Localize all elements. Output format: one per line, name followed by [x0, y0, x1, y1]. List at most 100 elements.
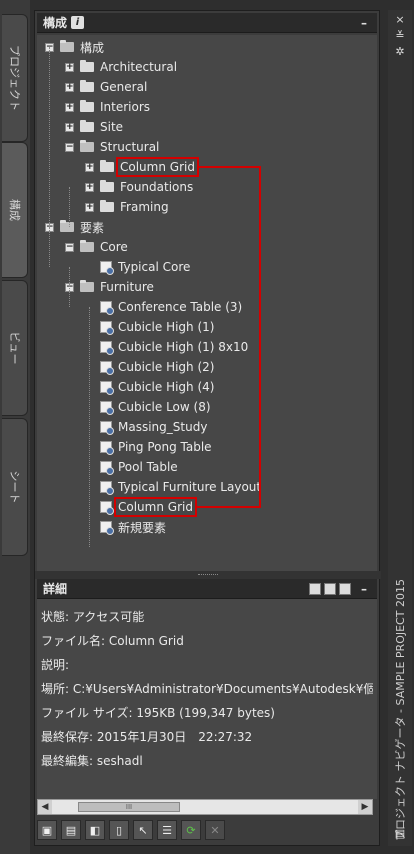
tree-item[interactable]: Cubicle Low (8) [85, 397, 211, 417]
refresh-icon[interactable]: ⟳ [181, 820, 201, 840]
tree-folder[interactable]: − Furniture [65, 277, 154, 297]
delete-icon[interactable]: ✕ [205, 820, 225, 840]
expand-icon[interactable]: + [65, 102, 74, 112]
tab-project[interactable]: プロジェクト [2, 14, 28, 142]
element-icon [100, 461, 114, 475]
collapse-icon[interactable]: − [65, 142, 74, 152]
copy-icon[interactable]: ▯ [109, 820, 129, 840]
tab-views-label: ビュー [7, 331, 21, 365]
tree-connector-line [49, 47, 50, 227]
expand-icon[interactable]: + [65, 122, 74, 132]
details-view-icon[interactable] [324, 582, 336, 595]
details-body: 状態: アクセス可能 ファイル名: Column Grid 説明: 場所: C:… [37, 599, 377, 799]
tab-constructs[interactable]: 構成 [2, 142, 28, 278]
bottom-toolbar: ▣ ▤ ◧ ▯ ↖ ☰ ⟳ ✕ [35, 817, 375, 843]
layout-icon[interactable] [339, 582, 351, 595]
highlight-connector [259, 166, 261, 508]
horizontal-scrollbar[interactable]: ◀ III ▶ [37, 799, 373, 815]
tree-label: Core [100, 240, 128, 254]
select-icon[interactable]: ↖ [133, 820, 153, 840]
tree-item[interactable]: Cubicle High (2) [85, 357, 214, 377]
scroll-left-icon[interactable]: ◀ [38, 800, 52, 814]
new-folder-icon[interactable]: ▣ [37, 820, 57, 840]
highlight-connector [198, 166, 259, 168]
element-icon [100, 521, 114, 535]
expand-icon[interactable]: + [85, 162, 94, 172]
palette-title: プロジェクト ナビゲータ - SAMPLE PROJECT 2015 [394, 579, 407, 841]
detail-status: 状態: アクセス可能 [41, 610, 145, 624]
tree-label: Ping Pong Table [118, 440, 212, 454]
tree-item[interactable]: Typical Core [85, 257, 190, 277]
element-icon [100, 381, 114, 395]
tree-folder[interactable]: + Interiors [65, 97, 150, 117]
tree-folder[interactable]: + General [65, 77, 147, 97]
element-icon [100, 341, 114, 355]
tree-folder[interactable]: − 構成 [45, 37, 104, 57]
settings-icon[interactable]: ✲ [394, 46, 406, 58]
tree-label: Typical Furniture Layout [118, 480, 262, 494]
folder-open-icon [60, 40, 74, 52]
tree-connector-line [49, 227, 50, 267]
tree-folder[interactable]: − 要素 [45, 217, 104, 237]
tree-item[interactable]: Pool Table [85, 457, 178, 477]
new-category-icon[interactable]: ▤ [61, 820, 81, 840]
tree-item[interactable]: 新規要素 [85, 517, 166, 537]
expand-icon[interactable]: + [65, 62, 74, 72]
folder-icon [80, 60, 94, 72]
details-minimize-button[interactable]: – [357, 582, 371, 596]
close-icon[interactable]: × [394, 14, 406, 26]
tree-item[interactable]: Cubicle High (4) [85, 377, 214, 397]
details-header: 詳細 – [37, 579, 377, 599]
tree-item[interactable]: Ping Pong Table [85, 437, 212, 457]
expand-icon[interactable]: + [65, 82, 74, 92]
folder-icon [100, 200, 114, 212]
tree-item[interactable]: Massing_Study [85, 417, 207, 437]
tab-constructs-label: 構成 [7, 199, 21, 221]
autohide-icon[interactable]: ≚ [394, 30, 406, 42]
tab-sheets[interactable]: シート [2, 418, 28, 556]
element-icon [100, 301, 114, 315]
preview-icon[interactable] [309, 582, 321, 595]
properties-icon[interactable]: ☰ [157, 820, 177, 840]
tree-folder[interactable]: + Framing [85, 197, 169, 217]
scroll-right-icon[interactable]: ▶ [358, 800, 372, 814]
folder-icon [80, 120, 94, 132]
tree-label: Foundations [120, 180, 194, 194]
tree-folder[interactable]: + Architectural [65, 57, 177, 77]
tree-label: Cubicle High (1) 8x10 [118, 340, 249, 354]
expand-icon[interactable]: + [85, 202, 94, 212]
new-element-icon[interactable]: ◧ [85, 820, 105, 840]
collapse-icon[interactable]: − [65, 242, 74, 252]
tree-item[interactable]: Typical Furniture Layout [85, 477, 261, 497]
folder-open-icon [60, 220, 74, 232]
tree-folder[interactable]: + Site [65, 117, 123, 137]
tree-folder[interactable]: − Structural [65, 137, 159, 157]
tab-sheets-label: シート [7, 470, 21, 504]
tree-item[interactable]: Cubicle High (1) [85, 317, 214, 337]
tree-connector-line [69, 267, 70, 307]
element-icon [100, 421, 114, 435]
scroll-thumb[interactable]: III [78, 802, 180, 812]
tree-item[interactable]: Conference Table (3) [85, 297, 242, 317]
constructs-tree: − 構成 + Architectural + General + Interiors + Site… [37, 35, 377, 571]
tree-minimize-button[interactable]: – [357, 16, 371, 30]
folder-icon [100, 180, 114, 192]
tree-header: 構成 i – [37, 13, 377, 33]
tab-views[interactable]: ビュー [2, 280, 28, 416]
element-icon [100, 441, 114, 455]
side-tab-bar: プロジェクト 構成 ビュー シート [0, 0, 30, 854]
detail-filesize: ファイル サイズ: 195KB (199,347 bytes) [41, 706, 275, 720]
tree-item[interactable]: Cubicle High (1) 8x10 [85, 337, 248, 357]
tree-label: Cubicle High (4) [118, 380, 215, 394]
resize-grip-icon[interactable]: ▤ [394, 828, 406, 840]
highlight-connector [196, 506, 259, 508]
tree-folder[interactable]: − Core [65, 237, 128, 257]
info-icon[interactable]: i [71, 16, 85, 29]
tree-label: Cubicle Low (8) [118, 400, 211, 414]
splitter-grip[interactable] [198, 574, 218, 576]
tree-folder[interactable]: + Foundations [85, 177, 193, 197]
tree-label: Typical Core [118, 260, 191, 274]
palette-title-bar: × ≚ ✲ プロジェクト ナビゲータ - SAMPLE PROJECT 2015… [388, 10, 412, 846]
panel-splitter[interactable] [35, 571, 381, 579]
expand-icon[interactable]: + [85, 182, 94, 192]
